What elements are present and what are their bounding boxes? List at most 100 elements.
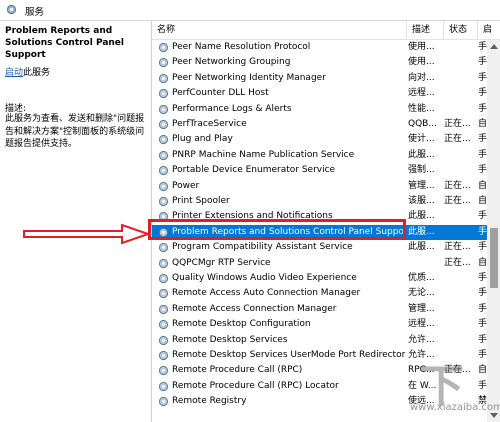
service-row[interactable]: Peer Networking Grouping 使用... 手 xyxy=(152,55,487,70)
scrollbar-thumb[interactable] xyxy=(490,228,498,288)
service-description: 该服... xyxy=(408,196,435,206)
service-row[interactable]: Printer Extensions and Notifications 此服..… xyxy=(152,209,487,224)
service-description: 允许... xyxy=(408,334,435,345)
gear-icon xyxy=(6,4,17,15)
service-row[interactable]: PNRP Machine Name Publication Service 此服.… xyxy=(152,148,487,163)
gear-icon xyxy=(158,397,169,407)
window-title: 服务 xyxy=(25,7,45,18)
service-row[interactable]: Portable Device Enumerator Service 强制... 手 xyxy=(152,163,487,178)
service-row[interactable]: Peer Networking Identity Manager 向对... 手 xyxy=(152,71,487,86)
service-description: 优质... xyxy=(408,273,435,283)
gear-icon xyxy=(158,73,169,83)
service-name: Problem Reports and Solutions Control Pa… xyxy=(172,226,406,237)
start-service-link[interactable]: 启动 xyxy=(5,68,23,78)
service-description: 强制... xyxy=(408,165,435,176)
gear-icon xyxy=(158,273,169,284)
service-row[interactable]: Remote Registry 使远... 禁 xyxy=(152,394,487,409)
service-description: 向对... xyxy=(408,72,435,83)
red-arrow-icon xyxy=(23,223,152,245)
service-row[interactable]: Remote Access Auto Connection Manager 无论.… xyxy=(152,286,487,301)
gear-icon xyxy=(158,350,169,361)
service-name: Portable Device Enumerator Service xyxy=(172,165,336,176)
service-description: 使远... xyxy=(408,396,435,407)
service-row[interactable]: PerfTraceService QQB... 正在... 自 xyxy=(152,117,487,132)
gear-icon xyxy=(158,89,169,99)
service-name: PerfTraceService xyxy=(172,119,247,129)
service-name: Remote Access Auto Connection Manager xyxy=(172,288,361,299)
gear-icon xyxy=(158,119,169,130)
service-description: 此服... xyxy=(408,149,435,160)
column-header-description[interactable]: 描述 xyxy=(407,21,444,39)
service-startup-type: 手 xyxy=(478,149,487,160)
service-startup-type: 自 xyxy=(478,365,487,376)
service-row[interactable]: Program Compatibility Assistant Service 此… xyxy=(152,240,487,255)
service-description: 远程... xyxy=(408,319,435,330)
column-header-status[interactable]: 状态 xyxy=(444,21,478,39)
service-startup-type: 手 xyxy=(478,72,487,83)
service-row-selected[interactable]: Problem Reports and Solutions Control Pa… xyxy=(152,224,487,240)
service-name: QQPCMgr RTP Service xyxy=(172,257,271,268)
service-status: 正在... xyxy=(444,196,471,206)
service-description: 无论... xyxy=(408,288,435,299)
gear-icon xyxy=(158,150,169,160)
service-row[interactable]: Print Spooler 该服... 正在... 自 xyxy=(152,194,487,209)
service-description: 管理... xyxy=(408,180,435,191)
service-description: 在 W... xyxy=(408,380,437,391)
service-row[interactable]: Power 管理... 正在... 自 xyxy=(152,179,487,194)
gear-icon xyxy=(158,304,169,314)
service-startup-type: 手 xyxy=(478,226,487,237)
service-startup-type: 自 xyxy=(478,257,487,268)
service-startup-type: 手 xyxy=(478,211,487,222)
service-startup-type: 手 xyxy=(478,350,487,360)
gear-icon xyxy=(158,258,169,268)
service-name: Power xyxy=(172,180,200,191)
service-name: Remote Desktop Services UserMode Port Re… xyxy=(172,350,406,360)
vertical-scrollbar[interactable] xyxy=(487,40,500,422)
gear-icon xyxy=(158,58,169,68)
description-pane: Problem Reports and Solutions Control Pa… xyxy=(0,21,150,422)
column-header-name[interactable]: 名称 xyxy=(152,21,407,39)
start-suffix: 此服务 xyxy=(23,68,51,78)
title-bar: 服务 xyxy=(0,0,500,21)
service-name: Remote Access Connection Manager xyxy=(172,303,337,314)
gear-icon xyxy=(158,42,169,53)
service-row[interactable]: Remote Desktop Services UserMode Port Re… xyxy=(152,348,487,363)
service-description: RPC... xyxy=(408,365,435,376)
service-name: PNRP Machine Name Publication Service xyxy=(172,149,355,160)
service-startup-type: 手 xyxy=(478,303,487,314)
gear-icon xyxy=(158,320,169,330)
column-header-startup[interactable]: 启 xyxy=(478,21,500,39)
service-startup-type: 手 xyxy=(478,273,487,283)
service-description: 使用... xyxy=(408,57,435,68)
service-row[interactable]: PerfCounter DLL Host 远程... 手 xyxy=(152,86,487,101)
service-startup-type: 手 xyxy=(478,88,487,99)
service-row[interactable]: Remote Desktop Configuration 远程... 手 xyxy=(152,317,487,332)
services-list: 名称 描述 状态 启 Peer Name Resolution Protocol… xyxy=(151,21,500,422)
service-description: 使用... xyxy=(408,42,435,52)
service-row[interactable]: Remote Desktop Services 允许... 手 xyxy=(152,333,487,348)
scroll-down-icon[interactable] xyxy=(490,413,498,418)
gear-icon xyxy=(158,335,169,345)
service-name: Print Spooler xyxy=(172,196,230,206)
gear-icon xyxy=(158,135,169,145)
service-startup-type: 手 xyxy=(478,42,487,52)
service-row[interactable]: Remote Procedure Call (RPC) Locator 在 W..… xyxy=(152,379,487,394)
service-row[interactable]: Remote Access Connection Manager 管理... 手 xyxy=(152,302,487,317)
list-header: 名称 描述 状态 启 xyxy=(152,21,500,40)
gear-icon xyxy=(158,104,169,114)
scroll-up-icon[interactable] xyxy=(490,44,498,49)
service-status: 正在... xyxy=(444,242,471,253)
service-row[interactable]: Peer Name Resolution Protocol 使用... 手 xyxy=(152,40,487,55)
description-text: 此服务为查看、发送和删除"问题报告和解决方案"控制面板的系统级问题报告提供支持。 xyxy=(5,114,145,149)
service-description: 此服... xyxy=(408,242,435,253)
service-status: 正在... xyxy=(444,365,471,376)
service-row[interactable]: Remote Procedure Call (RPC) RPC... 正在... 自 xyxy=(152,363,487,378)
gear-icon xyxy=(158,243,169,253)
service-description: 管理... xyxy=(408,303,435,314)
service-row[interactable]: Quality Windows Audio Video Experience 优质… xyxy=(152,271,487,286)
service-name: Printer Extensions and Notifications xyxy=(172,211,333,222)
service-row[interactable]: Performance Logs & Alerts 性能... 手 xyxy=(152,102,487,117)
service-name: Remote Desktop Services xyxy=(172,334,288,345)
service-row[interactable]: Plug and Play 使计... 正在... 手 xyxy=(152,132,487,147)
service-row[interactable]: QQPCMgr RTP Service 正在... 自 xyxy=(152,256,487,271)
